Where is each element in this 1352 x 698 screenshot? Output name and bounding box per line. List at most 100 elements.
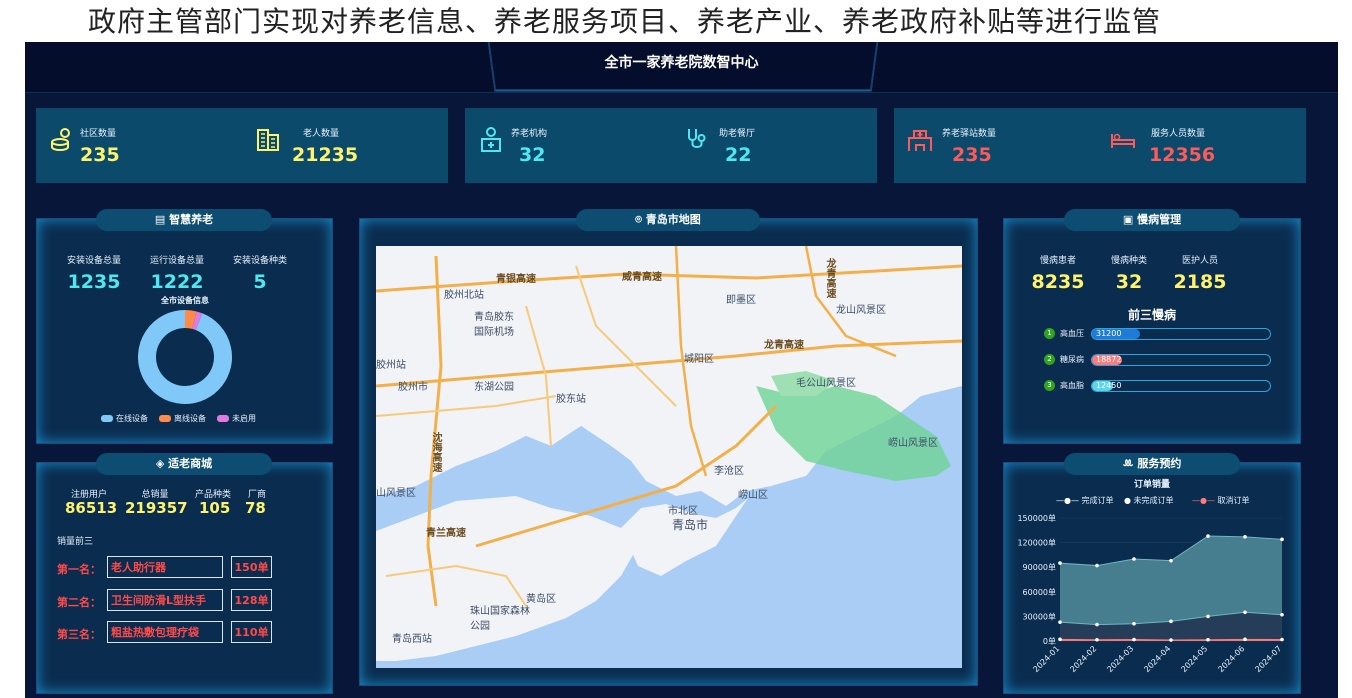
donut-slice (138, 310, 232, 404)
map-label: 青兰高速 (426, 528, 466, 539)
map-label: 沈海高速 (430, 432, 441, 472)
panel-title: ⌾ 青岛市地图 (576, 209, 760, 231)
panel-chronic-disease: ▣ 慢病管理 慢病患者 慢病种类 医护人员 8235 32 2185 前三慢病 … (1003, 209, 1301, 444)
legend-swatch (217, 415, 229, 422)
stat-label: 安装设备总量 (66, 256, 121, 266)
panel-title-text: 适老商城 (168, 457, 213, 470)
stat-value: 2185 (1173, 271, 1227, 293)
y-tick-label: 150000单 (1017, 513, 1056, 523)
stethoscope-icon (688, 129, 706, 148)
data-point (1280, 637, 1284, 642)
rank-sales: 150单 (231, 556, 272, 578)
legend-offline: 离线设备 (159, 413, 206, 424)
map-label: 城阳区 (684, 354, 714, 365)
map-label: 崂山区 (738, 490, 768, 501)
stat-value: 32 (1115, 271, 1143, 293)
data-point (1058, 620, 1062, 624)
y-tick-label: 120000单 (1017, 538, 1056, 548)
stat-value: 219357 (125, 499, 188, 517)
top-header-bar: 全市一家养老院数智中心 (25, 42, 1338, 93)
x-tick-label: 2024-04 (1142, 644, 1172, 674)
medical-home-icon (481, 127, 501, 152)
stat-value: 32 (519, 144, 546, 166)
data-point (1095, 622, 1099, 627)
page-caption: 政府主管部门实现对养老信息、养老服务项目、养老产业、养老政府补贴等进行监管 (88, 5, 1162, 38)
stat-label: 慢病患者 (1039, 256, 1076, 266)
map-label: 青岛西站 (392, 634, 432, 645)
bar-track: 12450 (1091, 380, 1271, 392)
panel-title-text: 青岛市地图 (645, 213, 701, 226)
stat-value: 8235 (1031, 271, 1085, 293)
data-point (1206, 534, 1210, 538)
panel-city-map: ⌾ 青岛市地图 青银高速 威青高速 龙青高速 即墨区 龙山风景区 胶州北站 青岛… (359, 209, 978, 686)
y-tick-label: 90000单 (1023, 562, 1056, 572)
coin-stack-icon (51, 128, 70, 152)
hospital-icon (908, 130, 932, 151)
diamond-icon: ◈ (155, 457, 169, 470)
data-point (1095, 563, 1099, 568)
stat-label: 社区数量 (80, 129, 117, 139)
map-label: 青银高速 (496, 274, 536, 285)
bar-track: 31200 (1091, 328, 1271, 340)
panel-elderly-mall: ◈ 适老商城 注册用户 总销量 产品种类 厂商 86513 219357 105… (36, 453, 333, 694)
y-tick-label: 30000单 (1023, 611, 1056, 621)
legend-online: 在线设备 (101, 413, 148, 424)
stat-value: 78 (245, 499, 266, 517)
stat-value: 86513 (65, 499, 118, 517)
building-icon (257, 129, 279, 151)
map-label: 青岛市 (672, 518, 709, 532)
x-tick-label: 2024-01 (1031, 644, 1061, 674)
dashboard-screen: 全市一家养老院数智中心 社区数量 235 老人数量 21235 养老机构 32 … (25, 42, 1338, 698)
server-icon: ▤ (154, 213, 170, 226)
stat-label: 养老驿站数量 (942, 129, 997, 139)
map-label: 龙青高速 (824, 258, 835, 298)
panel-title: ꔛ 服务预约 (1064, 453, 1240, 475)
map-label: 胶州站 (376, 360, 406, 371)
rank-label: 第一名： (57, 563, 101, 576)
map-label: 龙青高速 (764, 340, 804, 351)
map-label: 青岛胶东国际机场 (474, 312, 514, 338)
map-label: 胶东站 (556, 394, 586, 405)
rank-badge: 3 (1044, 380, 1055, 391)
stat-label: 安装设备种类 (232, 256, 287, 266)
panel-title: ▤ 智慧养老 (96, 209, 272, 231)
panel-title-text: 慢病管理 (1137, 213, 1182, 226)
stat-value: 5 (253, 271, 267, 293)
stat-card-community: 社区数量 235 老人数量 21235 (36, 108, 448, 183)
data-point (1169, 619, 1173, 624)
data-point (1206, 637, 1210, 642)
map-label: 李沧区 (714, 466, 744, 477)
rank-badge: 2 (1044, 354, 1055, 365)
panel-title-text: 服务预约 (1137, 457, 1182, 470)
x-tick-label: 2024-06 (1216, 644, 1246, 674)
bed-icon (1111, 133, 1135, 148)
panel-title: ◈ 适老商城 (96, 453, 272, 475)
data-point (1058, 637, 1062, 642)
data-point (1280, 612, 1284, 617)
map-pin-icon: ⌾ (635, 213, 646, 226)
top-sales-title: 销量前三 (57, 537, 94, 547)
map-label: 胶州北站 (444, 290, 484, 301)
disease-name: 高血脂 (1060, 381, 1084, 390)
stat-card-institutions: 养老机构 32 助老餐厅 22 (465, 108, 877, 183)
data-point (1169, 558, 1173, 563)
map-label: 龙山风景区 (836, 305, 886, 316)
map-label: 市北区 (668, 506, 698, 517)
x-tick-label: 2024-03 (1105, 644, 1135, 674)
stat-value: 21235 (292, 144, 359, 166)
data-point (1132, 621, 1136, 626)
stat-value: 105 (199, 499, 231, 517)
panel-title-text: 智慧养老 (169, 213, 214, 226)
map-view[interactable]: 青银高速 威青高速 龙青高速 即墨区 龙山风景区 胶州北站 青岛胶东国际机场 城… (376, 246, 962, 668)
x-tick-label: 2024-05 (1179, 644, 1209, 674)
stat-value: 1235 (67, 271, 121, 293)
bar-track: 18872 (1091, 354, 1271, 366)
x-tick-label: 2024-02 (1068, 644, 1098, 674)
rank-sales: 128单 (231, 589, 272, 611)
data-point (1280, 537, 1284, 542)
data-point (1132, 557, 1136, 561)
data-point (1058, 561, 1062, 565)
stat-label: 服务人员数量 (1151, 129, 1206, 139)
rank-label: 第二名： (57, 596, 101, 609)
donut-slice (192, 311, 203, 331)
